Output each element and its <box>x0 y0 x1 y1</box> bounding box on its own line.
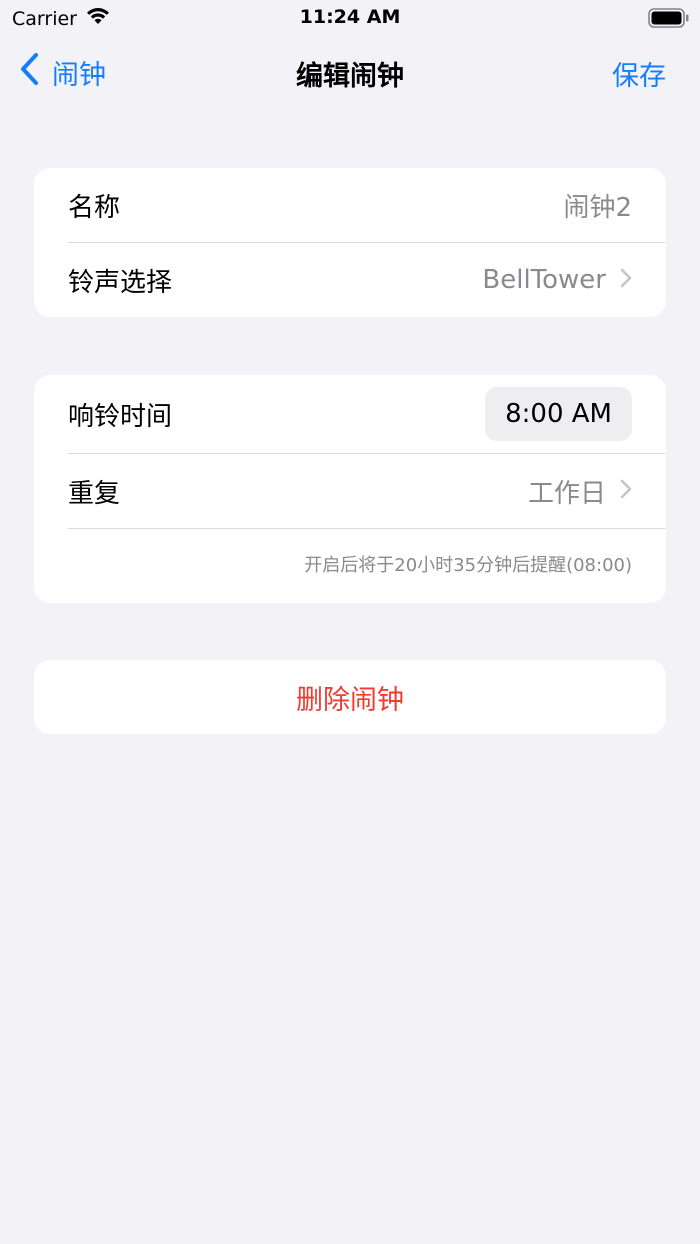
edit-alarm-screen: Carrier 11:24 AM 闹钟 编辑闹钟 保存 名称 闹钟2 铃声选择 … <box>0 0 700 1244</box>
delete-alarm-label: 删除闹钟 <box>296 684 404 716</box>
status-bar: Carrier 11:24 AM <box>0 0 700 36</box>
repeat-row[interactable]: 重复 工作日 <box>34 454 666 528</box>
name-row[interactable]: 名称 闹钟2 <box>34 168 666 242</box>
delete-alarm-button[interactable]: 删除闹钟 <box>34 660 666 734</box>
name-label: 名称 <box>68 192 121 223</box>
alarm-time-label: 响铃时间 <box>68 401 173 432</box>
alarm-schedule-section: 响铃时间 8:00 AM 重复 工作日 开启后将于20小时35分钟后提醒(08:… <box>34 375 666 603</box>
repeat-value: 工作日 <box>527 478 606 509</box>
navigation-bar: 闹钟 编辑闹钟 保存 <box>0 36 700 108</box>
chevron-right-icon <box>620 479 632 503</box>
ringtone-label: 铃声选择 <box>68 267 173 298</box>
save-button[interactable]: 保存 <box>612 54 666 93</box>
alarm-info-section: 名称 闹钟2 铃声选择 BellTower <box>34 168 666 317</box>
ringtone-row[interactable]: 铃声选择 BellTower <box>34 243 666 317</box>
name-value: 闹钟2 <box>563 192 632 223</box>
alarm-time-picker[interactable]: 8:00 AM <box>485 387 632 441</box>
ringtone-value: BellTower <box>482 265 606 295</box>
alarm-time-row: 响铃时间 8:00 AM <box>34 375 666 453</box>
alarm-countdown-hint: 开启后将于20小时35分钟后提醒(08:00) <box>304 555 632 576</box>
page-title: 编辑闹钟 <box>296 61 404 92</box>
battery-icon <box>648 8 690 32</box>
repeat-label: 重复 <box>68 478 121 509</box>
status-time: 11:24 AM <box>299 6 401 28</box>
chevron-right-icon <box>620 268 632 292</box>
